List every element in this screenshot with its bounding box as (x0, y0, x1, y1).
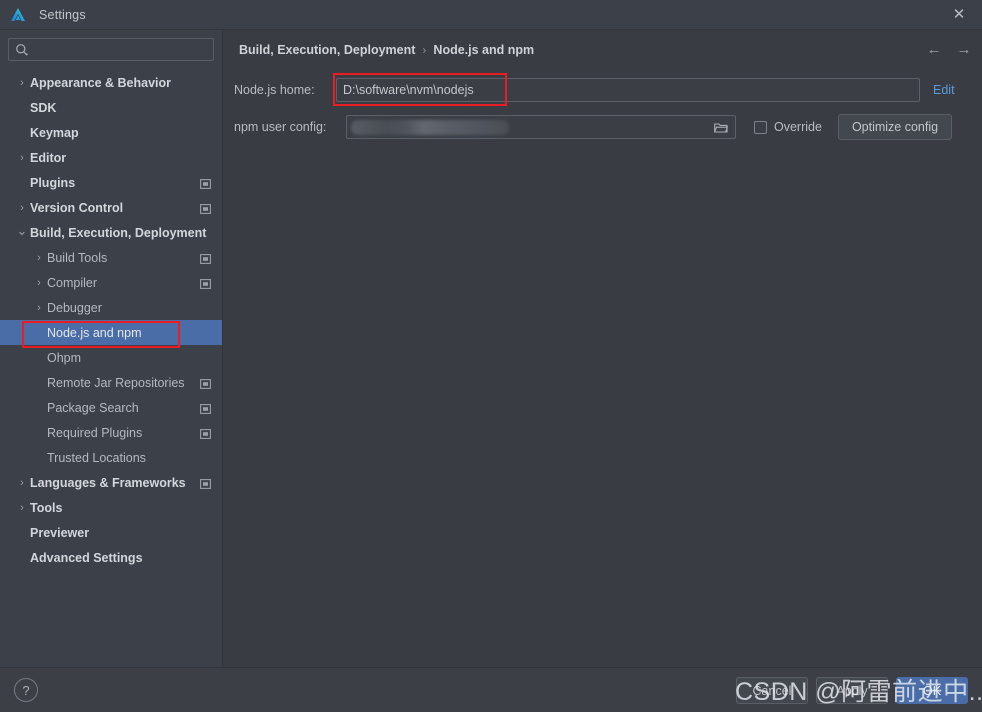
settings-sidebar: › Appearance & Behavior SDK Keymap › Editor Pl… (0, 30, 223, 667)
search-icon (15, 43, 29, 57)
npm-user-config-row: npm user config: Override Optimize confi… (234, 114, 974, 140)
sidebar-item-remote-jar-repositories[interactable]: Remote Jar Repositories (0, 370, 222, 395)
sidebar-item-label: Remote Jar Repositories (47, 375, 185, 390)
settings-tree: › Appearance & Behavior SDK Keymap › Editor Pl… (0, 70, 222, 570)
sidebar-item-label: Trusted Locations (47, 450, 146, 465)
sidebar-item-label: Package Search (47, 400, 139, 415)
breadcrumb-parent[interactable]: Build, Execution, Deployment (239, 43, 415, 57)
sidebar-item-tools[interactable]: › Tools (0, 495, 222, 520)
npm-user-config-field[interactable] (346, 115, 736, 139)
close-icon[interactable]: ✕ (936, 0, 982, 29)
sidebar-item-label: Build, Execution, Deployment (30, 225, 207, 240)
override-checkbox-wrap[interactable]: Override (754, 120, 822, 134)
sidebar-item-plugins[interactable]: Plugins (0, 170, 222, 195)
sidebar-item-label: Previewer (30, 525, 90, 540)
settings-content: Build, Execution, Deployment › Node.js a… (224, 30, 982, 667)
sidebar-item-label: Compiler (47, 275, 98, 290)
sidebar-item-required-plugins[interactable]: Required Plugins (0, 420, 222, 445)
override-checkbox[interactable] (754, 120, 767, 134)
deveco-logo-icon (9, 6, 27, 24)
npm-user-config-label: npm user config: (234, 120, 327, 134)
nodejs-home-label: Node.js home: (234, 83, 315, 97)
sidebar-item-label: SDK (30, 100, 57, 115)
sidebar-item-label: Languages & Frameworks (30, 475, 186, 490)
sidebar-item-label: Keymap (30, 125, 79, 140)
search-box[interactable] (8, 38, 214, 61)
sidebar-item-appearance-behavior[interactable]: › Appearance & Behavior (0, 70, 222, 95)
sidebar-item-label: Required Plugins (47, 425, 143, 440)
apply-button[interactable]: Apply (816, 677, 888, 704)
ok-button[interactable]: OK (896, 677, 968, 704)
breadcrumb-current: Node.js and npm (433, 43, 535, 57)
sidebar-item-previewer[interactable]: Previewer (0, 520, 222, 545)
sidebar-item-editor[interactable]: › Editor (0, 145, 222, 170)
sidebar-item-languages-frameworks[interactable]: › Languages & Frameworks (0, 470, 222, 495)
chevron-right-icon[interactable]: › (16, 202, 28, 214)
breadcrumb: Build, Execution, Deployment › Node.js a… (239, 43, 534, 57)
sidebar-item-label: Build Tools (47, 250, 108, 265)
chevron-right-icon[interactable]: › (16, 152, 28, 164)
sidebar-item-node-js-and-npm[interactable]: Node.js and npm (0, 320, 222, 345)
sidebar-item-compiler[interactable]: › Compiler (0, 270, 222, 295)
search-container (0, 30, 222, 61)
search-input[interactable] (29, 42, 213, 57)
nav-arrows: ← → (926, 42, 972, 58)
sidebar-item-build-execution-deployment[interactable]: ⌄ Build, Execution, Deployment (0, 220, 222, 245)
chevron-right-icon[interactable]: › (16, 502, 28, 514)
sidebar-item-trusted-locations[interactable]: Trusted Locations (0, 445, 222, 470)
nodejs-home-value: D:\software\nvm\nodejs (343, 83, 474, 97)
breadcrumb-separator-icon: › (422, 43, 427, 57)
sidebar-item-label: Debugger (47, 300, 102, 315)
sidebar-item-label: Appearance & Behavior (30, 75, 172, 90)
non-project-setting-badge-icon (200, 178, 211, 189)
non-project-setting-badge-icon (200, 253, 211, 264)
edit-link[interactable]: Edit (933, 83, 955, 97)
sidebar-item-version-control[interactable]: › Version Control (0, 195, 222, 220)
dialog-footer: ? Cancel Apply OK (0, 667, 982, 712)
chevron-down-icon[interactable]: ⌄ (16, 223, 28, 238)
sidebar-item-advanced-settings[interactable]: Advanced Settings (0, 545, 222, 570)
non-project-setting-badge-icon (200, 378, 211, 389)
footer-buttons: Cancel Apply OK (736, 677, 968, 704)
sidebar-item-label: Node.js and npm (47, 325, 142, 340)
optimize-config-button[interactable]: Optimize config (837, 114, 953, 140)
sidebar-item-label: Tools (30, 500, 63, 515)
sidebar-item-label: Ohpm (47, 350, 82, 365)
cancel-button[interactable]: Cancel (736, 677, 808, 704)
sidebar-item-build-tools[interactable]: › Build Tools (0, 245, 222, 270)
sidebar-item-package-search[interactable]: Package Search (0, 395, 222, 420)
nodejs-home-row: Node.js home: D:\software\nvm\nodejs Edi… (234, 78, 974, 102)
non-project-setting-badge-icon (200, 478, 211, 489)
chevron-right-icon[interactable]: › (33, 302, 45, 314)
window-title: Settings (39, 7, 86, 22)
sidebar-item-label: Advanced Settings (30, 550, 143, 565)
sidebar-item-label: Version Control (30, 200, 124, 215)
forward-arrow-icon[interactable]: → (956, 42, 972, 58)
non-project-setting-badge-icon (200, 403, 211, 414)
chevron-right-icon[interactable]: › (33, 277, 45, 289)
help-icon[interactable]: ? (14, 678, 38, 702)
non-project-setting-badge-icon (200, 278, 211, 289)
back-arrow-icon[interactable]: ← (926, 42, 942, 58)
folder-icon[interactable] (713, 121, 729, 133)
sidebar-item-label: Plugins (30, 175, 76, 190)
nodejs-home-field[interactable]: D:\software\nvm\nodejs (336, 78, 920, 102)
sidebar-item-keymap[interactable]: Keymap (0, 120, 222, 145)
chevron-right-icon[interactable]: › (16, 477, 28, 489)
sidebar-item-debugger[interactable]: › Debugger (0, 295, 222, 320)
settings-dialog: Settings ✕ › Appearance & Behavior SDK Keym… (0, 0, 982, 712)
non-project-setting-badge-icon (200, 428, 211, 439)
sidebar-item-sdk[interactable]: SDK (0, 95, 222, 120)
non-project-setting-badge-icon (200, 203, 211, 214)
override-label: Override (774, 120, 822, 134)
redacted-value (351, 120, 509, 135)
chevron-right-icon[interactable]: › (16, 77, 28, 89)
sidebar-item-ohpm[interactable]: Ohpm (0, 345, 222, 370)
sidebar-item-label: Editor (30, 150, 67, 165)
chevron-right-icon[interactable]: › (33, 252, 45, 264)
title-bar: Settings ✕ (0, 0, 982, 29)
